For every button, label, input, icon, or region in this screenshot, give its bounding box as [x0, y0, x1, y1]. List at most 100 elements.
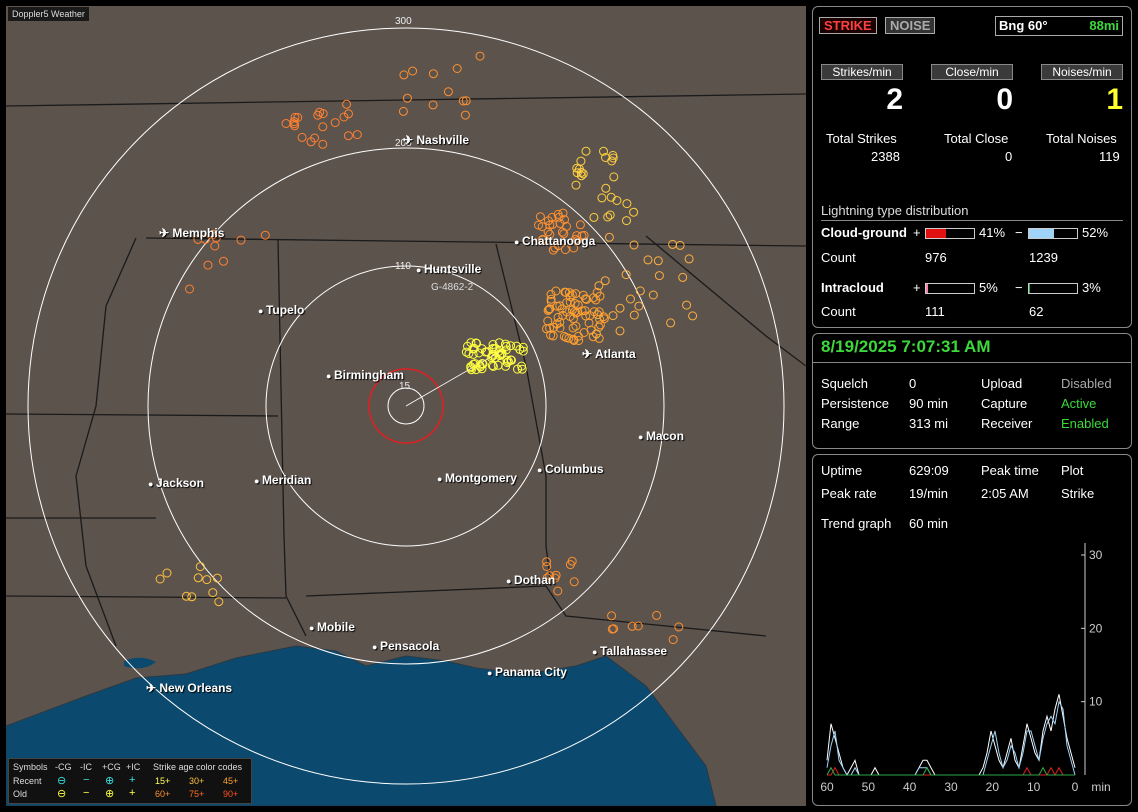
city-label: Macon — [645, 429, 684, 443]
squelch-value[interactable]: 0 — [909, 376, 916, 391]
x-tick-label: 60 — [820, 780, 834, 794]
legend-recent-label: Recent — [13, 776, 42, 786]
map-canvas[interactable] — [6, 6, 806, 806]
airport-icon: ✈ — [159, 226, 173, 240]
city-dot-icon: ● — [416, 265, 424, 275]
city-dot-icon: ● — [638, 432, 646, 442]
city-label: Pensacola — [379, 639, 440, 653]
x-tick-label: 20 — [986, 780, 1000, 794]
ic-count-label: Count — [821, 304, 856, 319]
city-atlanta: ✈ Atlanta — [582, 347, 636, 361]
x-tick-label: 0 — [1072, 780, 1079, 794]
strike-marker — [654, 271, 664, 281]
city-label: Columbus — [544, 462, 604, 476]
ring-label-300: 300 — [395, 16, 412, 27]
strike-marker — [493, 360, 503, 370]
cg-neg-fill — [1029, 229, 1054, 238]
intracloud-label: Intracloud — [821, 280, 884, 295]
noises-per-min-header[interactable]: Noises/min — [1041, 64, 1123, 80]
range-value[interactable]: 313 mi — [909, 416, 948, 431]
ic-positive-pct: 5% — [979, 280, 998, 295]
strike-marker — [330, 118, 340, 128]
strike-marker — [212, 573, 222, 583]
strike-marker — [684, 254, 694, 264]
cg-plus-sign: + — [913, 225, 921, 240]
noise-toggle-button[interactable]: NOISE — [885, 17, 936, 34]
strike-marker — [653, 256, 663, 266]
strike-marker — [643, 255, 653, 265]
city-dot-icon: ● — [258, 306, 266, 316]
strike-marker — [581, 146, 591, 156]
persistence-value[interactable]: 90 min — [909, 396, 948, 411]
strike-toggle-button[interactable]: STRIKE — [819, 17, 877, 34]
close-per-min-header[interactable]: Close/min — [931, 64, 1013, 80]
strike-marker — [281, 119, 291, 128]
capture-status[interactable]: Active — [1061, 396, 1096, 411]
strike-marker — [571, 321, 581, 331]
capture-label: Capture — [981, 396, 1028, 411]
city-dot-icon: ● — [372, 642, 380, 652]
city-dot-icon: ● — [592, 647, 600, 657]
recent-pos-ic-icon: + — [129, 774, 136, 786]
city-chattanooga: ● Chattanooga — [514, 234, 595, 248]
strike-marker — [666, 318, 676, 328]
strike-marker — [318, 139, 328, 149]
city-huntsville: ● Huntsville — [416, 262, 481, 276]
recent-neg-cg-icon: ⊖ — [57, 775, 67, 787]
y-tick-label: 10 — [1089, 695, 1103, 709]
strike-marker — [195, 562, 205, 572]
city-dot-icon: ● — [437, 474, 445, 484]
lightning-map[interactable]: Doppler5 Weather 300 205 110 15 G-4862-2… — [6, 6, 806, 806]
city-dothan: ● Dothan — [506, 573, 555, 587]
uptime-value: 629:09 — [909, 463, 949, 478]
strike-marker — [576, 156, 586, 166]
plot-value[interactable]: Strike — [1061, 486, 1094, 501]
strike-marker — [605, 210, 615, 220]
total-close-label: Total Close — [944, 131, 1009, 146]
city-label: Meridian — [261, 473, 312, 487]
strike-marker — [352, 130, 362, 140]
city-dot-icon: ● — [254, 476, 262, 486]
strike-marker — [603, 212, 613, 222]
strike-marker — [675, 240, 685, 250]
city-label: Tallahassee — [599, 644, 668, 658]
receiver-status[interactable]: Enabled — [1061, 416, 1109, 431]
strike-marker — [615, 303, 625, 313]
strike-marker — [608, 311, 618, 321]
trend-graph-value[interactable]: 60 min — [909, 516, 948, 531]
legend-col-pos-ic: +IC — [126, 762, 141, 772]
old-pos-cg-icon: ⊕ — [105, 788, 115, 800]
strike-marker — [343, 131, 353, 141]
storm-cell-label[interactable]: G-4862-2 — [431, 282, 473, 293]
strike-marker — [600, 276, 610, 286]
city-label: Panama City — [494, 665, 567, 679]
strike-marker — [402, 93, 412, 103]
distribution-divider — [821, 220, 1123, 221]
age-30: 30+ — [189, 776, 205, 786]
strike-marker — [668, 635, 678, 645]
ring-label-15: 15 — [399, 381, 411, 392]
airport-icon: ✈ — [403, 133, 417, 147]
recent-neg-ic-icon: − — [83, 774, 90, 786]
upload-status[interactable]: Disabled — [1061, 376, 1112, 391]
trend-graph-label: Trend graph — [821, 516, 892, 531]
strikes-per-min-header[interactable]: Strikes/min — [821, 64, 903, 80]
legend-age-title: Strike age color codes — [153, 762, 243, 772]
strike-marker — [185, 284, 194, 294]
strike-marker — [535, 212, 545, 222]
close-per-min-value: 0 — [996, 83, 1013, 116]
strike-marker — [408, 66, 418, 76]
total-close-value: 0 — [1005, 149, 1013, 164]
cg-positive-pct: 41% — [979, 225, 1006, 240]
ic-plus-sign: + — [913, 280, 921, 295]
strike-marker — [398, 106, 408, 116]
strike-marker — [575, 220, 585, 230]
city-montgomery: ● Montgomery — [437, 471, 517, 485]
city-dot-icon: ● — [487, 668, 495, 678]
strike-marker — [208, 588, 218, 598]
city-dot-icon: ● — [148, 479, 156, 489]
datetime-divider — [813, 362, 1131, 363]
strike-marker — [629, 310, 639, 320]
peak-time-label: Peak time — [981, 463, 1039, 478]
cg-negative-pct: 52% — [1082, 225, 1109, 240]
